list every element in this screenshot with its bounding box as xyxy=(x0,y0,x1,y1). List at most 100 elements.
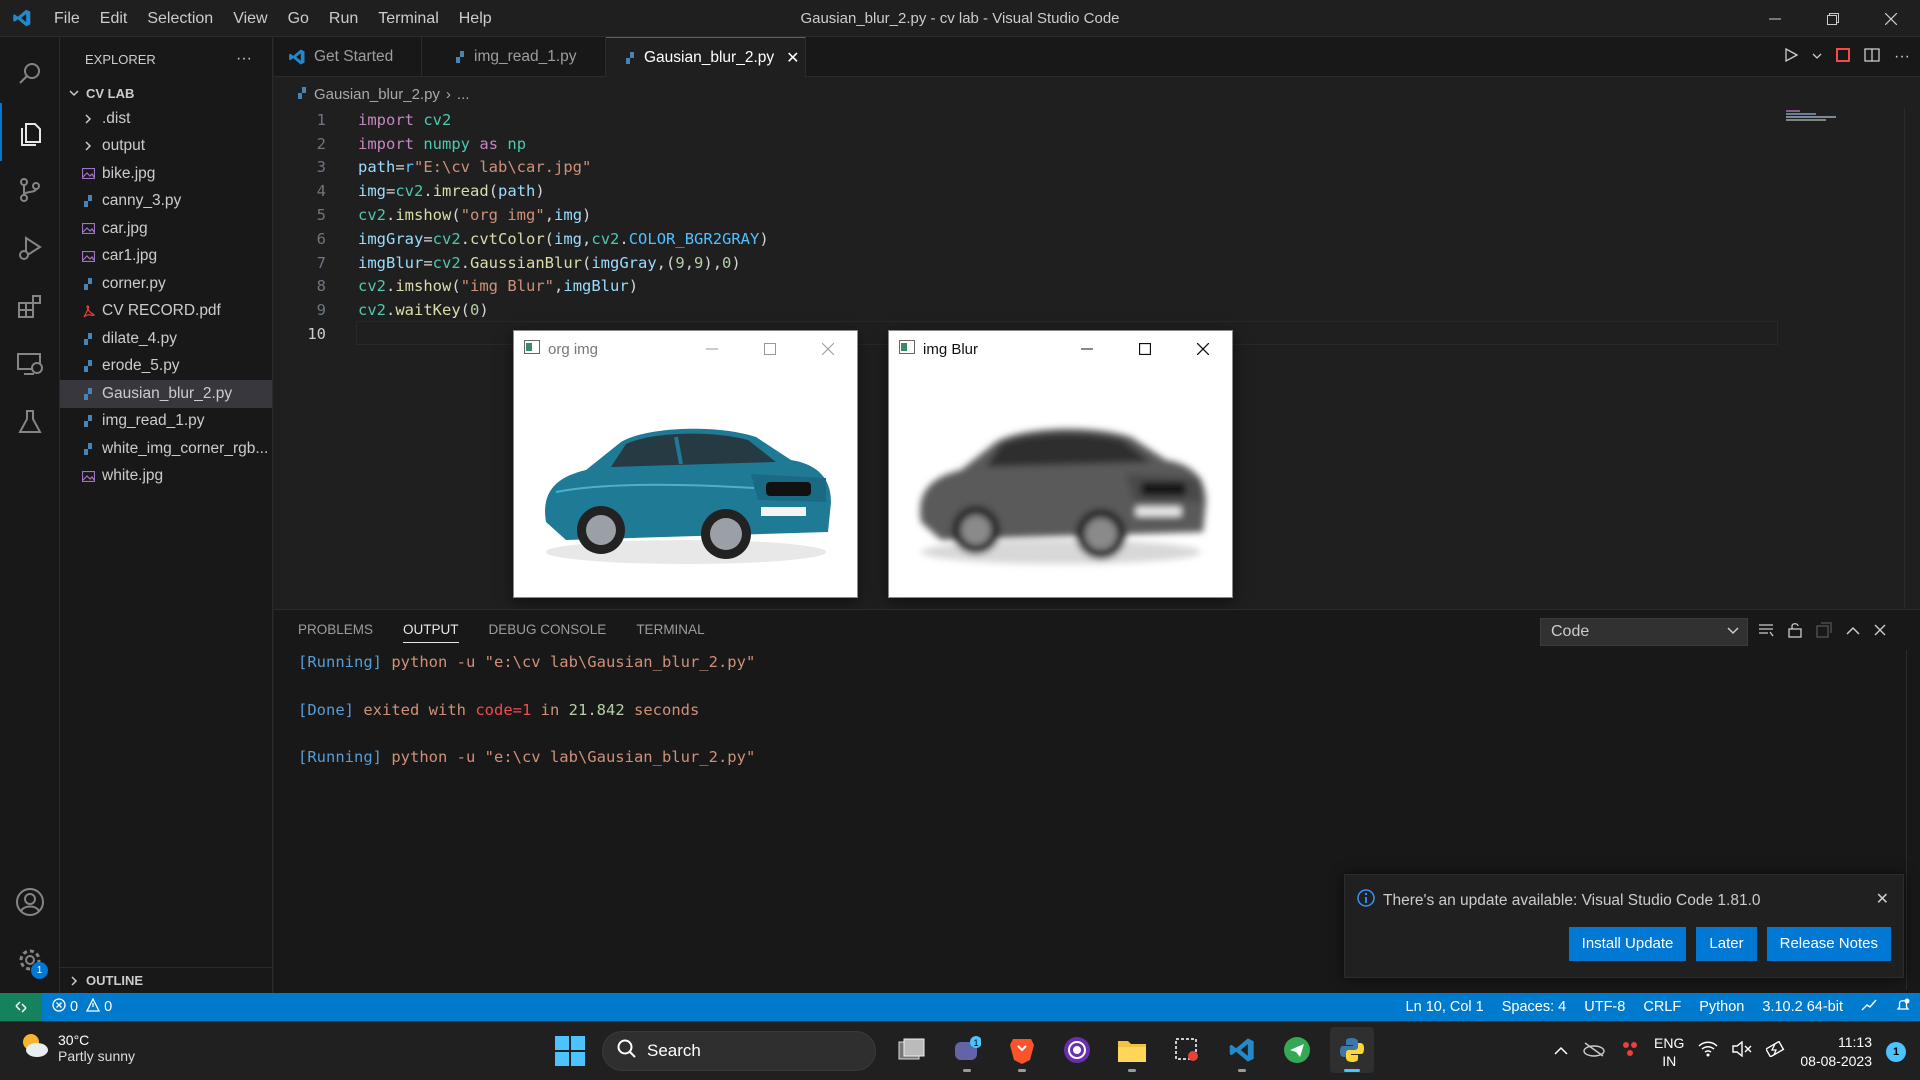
tab-debug-console[interactable]: DEBUG CONSOLE xyxy=(489,622,607,643)
clear-output-icon[interactable] xyxy=(1758,623,1774,642)
tree-file[interactable]: img_read_1.py xyxy=(60,408,272,436)
tree-file[interactable]: corner.py xyxy=(60,270,272,298)
close-window-button[interactable] xyxy=(799,331,857,367)
brave-browser-icon[interactable] xyxy=(1000,1027,1044,1073)
wifi-icon[interactable] xyxy=(1698,1041,1718,1062)
close-panel-icon[interactable] xyxy=(1874,623,1886,641)
tree-file[interactable]: dilate_4.py xyxy=(60,325,272,353)
close-tab-icon[interactable]: ✕ xyxy=(786,48,799,68)
menu-file[interactable]: File xyxy=(44,0,90,37)
end-of-line[interactable]: CRLF xyxy=(1634,999,1690,1015)
weather-widget[interactable]: 30°C Partly sunny xyxy=(18,1030,135,1065)
breadcrumb-file[interactable]: Gausian_blur_2.py xyxy=(314,86,440,103)
close-notification-icon[interactable]: ✕ xyxy=(1876,889,1889,909)
taskbar-search[interactable]: Search xyxy=(602,1031,876,1071)
editor-scrollbar[interactable] xyxy=(1904,108,1918,608)
run-debug-icon[interactable] xyxy=(0,219,60,277)
more-actions-icon[interactable]: ··· xyxy=(1894,48,1910,66)
tree-file[interactable]: bike.jpg xyxy=(60,160,272,188)
menu-terminal[interactable]: Terminal xyxy=(368,0,448,37)
encoding[interactable]: UTF-8 xyxy=(1575,999,1634,1015)
source-control-icon[interactable] xyxy=(0,161,60,219)
show-hidden-icons-chevron-up-icon[interactable] xyxy=(1554,1043,1568,1061)
live-share-icon[interactable] xyxy=(1852,998,1886,1016)
close-window-button[interactable] xyxy=(1174,331,1232,367)
extensions-icon[interactable] xyxy=(0,277,60,335)
lock-scroll-icon[interactable] xyxy=(1788,622,1802,643)
clock[interactable]: 11:13 08-08-2023 xyxy=(1800,1033,1872,1071)
cv-window-org-img[interactable]: org img xyxy=(513,330,858,598)
tab-problems[interactable]: PROBLEMS xyxy=(298,622,373,643)
tree-file[interactable]: erode_5.py xyxy=(60,353,272,381)
tree-file[interactable]: car1.jpg xyxy=(60,243,272,271)
menu-go[interactable]: Go xyxy=(278,0,319,37)
menu-help[interactable]: Help xyxy=(449,0,502,37)
remote-explorer-icon[interactable] xyxy=(0,335,60,393)
settings-gear-icon[interactable]: 1 xyxy=(0,931,60,989)
tree-file[interactable]: CV RECORD.pdf xyxy=(60,298,272,326)
more-actions-icon[interactable]: ··· xyxy=(236,50,252,68)
tree-file[interactable]: car.jpg xyxy=(60,215,272,243)
output-log[interactable]: [Running] python -u "e:\cv lab\Gausian_b… xyxy=(298,653,755,772)
menu-view[interactable]: View xyxy=(223,0,277,37)
open-in-editor-icon[interactable] xyxy=(1816,621,1832,643)
maximize-button[interactable] xyxy=(1116,331,1174,367)
install-update-button[interactable]: Install Update xyxy=(1568,927,1687,961)
release-notes-button[interactable]: Release Notes xyxy=(1766,927,1891,961)
chevron-down-icon[interactable] xyxy=(1812,48,1822,66)
minimize-button[interactable] xyxy=(1746,0,1804,37)
account-icon[interactable] xyxy=(0,873,60,931)
cv-window-img-blur[interactable]: img Blur xyxy=(888,330,1233,598)
maximize-button[interactable] xyxy=(741,331,799,367)
tab-get-started[interactable]: Get Started xyxy=(274,37,422,77)
close-window-button[interactable] xyxy=(1862,0,1920,37)
panel-scrollbar[interactable] xyxy=(1906,650,1920,990)
onedrive-offline-icon[interactable] xyxy=(1582,1041,1606,1062)
menu-run[interactable]: Run xyxy=(319,0,368,37)
outline-section[interactable]: OUTLINE xyxy=(60,967,273,993)
tree-file[interactable]: Gausian_blur_2.py xyxy=(60,380,272,408)
tab-img-read-1[interactable]: img_read_1.py xyxy=(422,37,606,77)
teams-chat-icon[interactable]: 1 xyxy=(945,1027,989,1073)
vscode-icon[interactable] xyxy=(1220,1027,1264,1073)
input-language[interactable]: ENG IN xyxy=(1654,1034,1684,1070)
minimap[interactable] xyxy=(1786,108,1906,128)
tree-file[interactable]: white.jpg xyxy=(60,463,272,491)
later-button[interactable]: Later xyxy=(1696,927,1757,961)
notifications-bell-icon[interactable] xyxy=(1886,997,1920,1017)
menu-selection[interactable]: Selection xyxy=(137,0,223,37)
python-icon[interactable] xyxy=(1330,1027,1374,1073)
explorer-icon[interactable] xyxy=(0,103,60,161)
code-editor[interactable]: 1 import cv2 2 import numpy as np 3 path=r"… xyxy=(274,108,1778,348)
maximize-panel-icon[interactable] xyxy=(1846,623,1860,641)
podcast-app-icon[interactable] xyxy=(1055,1027,1099,1073)
minimize-button[interactable] xyxy=(683,331,741,367)
language-mode[interactable]: Python xyxy=(1690,999,1753,1015)
folder-cv-lab[interactable]: CV LAB xyxy=(60,81,272,105)
tree-file[interactable]: white_img_corner_rgb... xyxy=(60,435,272,463)
cursor-position[interactable]: Ln 10, Col 1 xyxy=(1397,999,1493,1015)
tree-folder[interactable]: .dist xyxy=(60,105,272,133)
tree-file[interactable]: canny_3.py xyxy=(60,188,272,216)
breadcrumb-symbols[interactable]: ... xyxy=(457,86,470,103)
file-explorer-icon[interactable] xyxy=(1110,1027,1154,1073)
tree-folder[interactable]: output xyxy=(60,133,272,161)
testing-icon[interactable] xyxy=(0,393,60,451)
indentation[interactable]: Spaces: 4 xyxy=(1493,999,1576,1015)
python-interpreter[interactable]: 3.10.2 64-bit xyxy=(1753,999,1852,1015)
battery-charging-icon[interactable] xyxy=(1765,1040,1786,1062)
output-channel-select[interactable]: Code xyxy=(1540,618,1748,646)
tab-gausian-blur-2[interactable]: Gausian_blur_2.py ✕ xyxy=(606,37,806,77)
notification-center-badge[interactable]: 1 xyxy=(1886,1041,1906,1062)
start-button-icon[interactable] xyxy=(555,1036,585,1071)
split-editor-icon[interactable] xyxy=(1864,47,1880,67)
volume-muted-icon[interactable] xyxy=(1732,1040,1752,1062)
tab-terminal[interactable]: TERMINAL xyxy=(636,622,704,643)
restore-button[interactable] xyxy=(1804,0,1862,37)
minimize-button[interactable] xyxy=(1058,331,1116,367)
tab-output[interactable]: OUTPUT xyxy=(403,622,459,643)
snipping-tool-icon[interactable] xyxy=(1165,1027,1209,1073)
app-tray-icon[interactable] xyxy=(1620,1040,1640,1063)
search-icon[interactable] xyxy=(0,45,60,103)
run-python-file-icon[interactable] xyxy=(1784,47,1799,67)
